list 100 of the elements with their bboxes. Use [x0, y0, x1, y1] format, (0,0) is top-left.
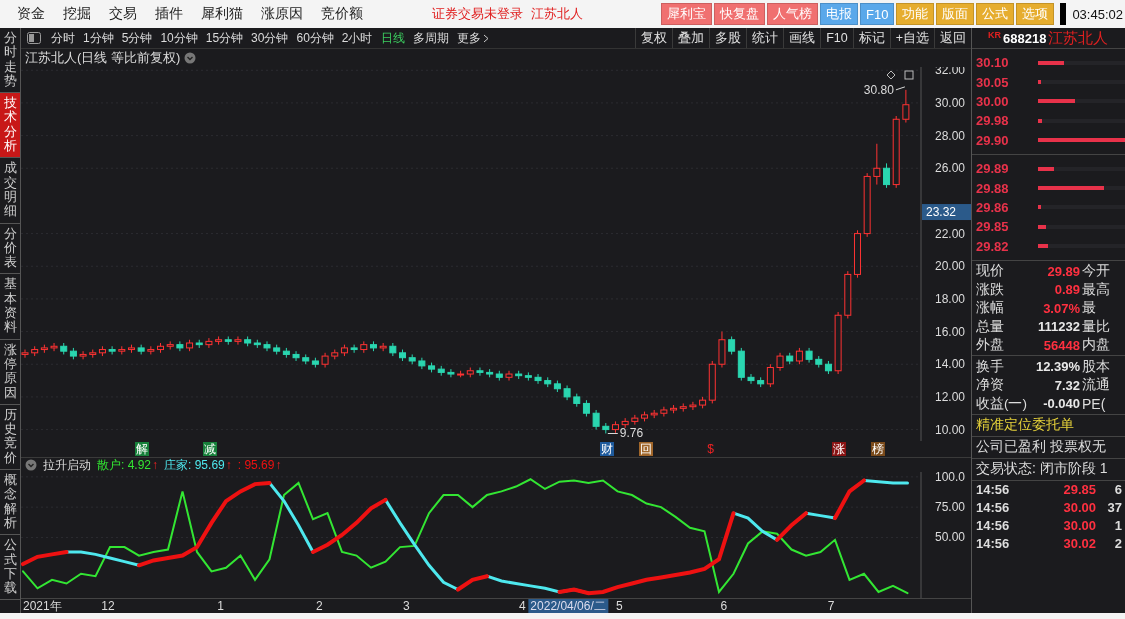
stat-value: -0.040: [1042, 396, 1081, 412]
menu-item[interactable]: 交易: [100, 5, 146, 23]
menu-item[interactable]: 资金: [8, 5, 54, 23]
axis-label: 14.00: [934, 357, 965, 372]
axis-label: 75.00: [934, 500, 965, 515]
side-tab[interactable]: 涨停原因: [0, 339, 20, 405]
period-tab[interactable]: 2小时: [337, 29, 377, 47]
event-marker[interactable]: 解: [135, 442, 150, 456]
dropdown-icon[interactable]: [25, 459, 37, 471]
candle: [476, 367, 484, 377]
event-marker[interactable]: 涨: [832, 442, 847, 456]
market-tag: KR: [988, 30, 1001, 40]
candle: [408, 353, 416, 365]
cursor-date: 2022/04/06/二: [528, 599, 609, 613]
period-tab[interactable]: 1分钟: [79, 29, 118, 47]
stat-label: 换手: [975, 357, 1005, 376]
candle: [292, 350, 300, 362]
side-tab[interactable]: 成交明细: [0, 158, 20, 224]
date-label: 2: [315, 599, 323, 613]
menu-item[interactable]: 竞价额: [312, 5, 372, 23]
order-price: 30.05: [975, 74, 1010, 90]
stat-label: 净资: [975, 376, 1005, 395]
trade-time: 14:56: [975, 518, 1011, 534]
date-label: 3: [402, 599, 410, 613]
order-price: 29.85: [975, 219, 1010, 235]
period-tab[interactable]: 更多: [452, 29, 493, 47]
date-label: 2021年: [23, 599, 62, 613]
period-tab[interactable]: 5分钟: [117, 29, 157, 47]
stat-label: 涨跌: [975, 280, 1005, 299]
event-marker[interactable]: 榜: [870, 442, 885, 456]
period-tab[interactable]: 多周期: [408, 29, 453, 47]
order-price: 29.98: [975, 113, 1010, 129]
legend-value: 散户: 4.92: [97, 456, 152, 474]
candle: [592, 409, 600, 431]
login-status[interactable]: 证券交易未登录: [432, 5, 523, 23]
legend-value: 庄家: 95.69: [164, 456, 225, 474]
notice-link[interactable]: 精准定位委托单: [972, 414, 1125, 437]
candle: [137, 344, 145, 355]
trade-time: 14:56: [975, 500, 1011, 516]
menu-item[interactable]: 涨原因: [252, 5, 312, 23]
period-tab[interactable]: 日线: [376, 29, 409, 47]
candle: [418, 357, 426, 370]
side-tab[interactable]: 分价表: [0, 223, 20, 275]
side-tab[interactable]: 基本资料: [0, 274, 20, 340]
diamond-icon[interactable]: [886, 70, 896, 80]
axis-label: 28.00: [934, 128, 965, 143]
side-tab[interactable]: 历史竞价: [0, 404, 20, 470]
chart-title: 江苏北人(日线 等比前复权): [25, 49, 181, 67]
trade-time: 14:56: [975, 536, 1011, 552]
date-label: 7: [827, 599, 835, 613]
candle: [166, 340, 174, 351]
trade-price: 29.85: [1062, 482, 1096, 498]
candle: [602, 422, 610, 434]
candle: [447, 368, 455, 378]
side-tab[interactable]: 概念解析: [0, 470, 20, 536]
candle: [176, 340, 184, 352]
trend-arrow: ↑: [275, 458, 282, 472]
square-icon[interactable]: [904, 70, 914, 80]
candle: [747, 373, 755, 385]
event-marker[interactable]: $: [706, 442, 715, 456]
trade-price: 30.00: [1062, 500, 1096, 516]
period-tab[interactable]: 30分钟: [247, 29, 293, 47]
trade-price: 30.02: [1062, 536, 1096, 552]
candle: [863, 172, 871, 238]
candle: [350, 344, 358, 354]
axis-label: 100.0: [934, 472, 965, 484]
trade-volume: 37: [1106, 500, 1122, 516]
legend-value: : 95.69: [237, 458, 275, 472]
candle: [79, 350, 87, 360]
axis-label: 50.00: [934, 530, 965, 545]
stat-value: 3.07%: [1042, 300, 1081, 316]
candle: [360, 340, 368, 354]
stat-label: PE(: [1082, 395, 1106, 412]
stat-label: 外盘: [975, 336, 1005, 355]
period-tab[interactable]: 10分钟: [156, 29, 202, 47]
panel-toggle-icon[interactable]: [27, 32, 41, 44]
event-marker[interactable]: 财: [599, 442, 614, 456]
side-tab[interactable]: 公式下载: [0, 535, 20, 601]
period-tab[interactable]: 15分钟: [201, 29, 248, 47]
side-tab[interactable]: 技术分析: [0, 93, 20, 159]
menu-item[interactable]: 犀利猫: [192, 5, 252, 23]
candle: [776, 352, 784, 372]
period-tab[interactable]: 60分钟: [292, 29, 338, 47]
candle: [505, 370, 513, 382]
period-tab[interactable]: 分时: [47, 29, 79, 47]
candle: [321, 352, 329, 368]
date-label: 1: [217, 599, 224, 613]
stat-label: 流通: [1082, 376, 1110, 395]
candle: [883, 162, 890, 189]
candle: [641, 411, 648, 422]
candle: [108, 345, 116, 355]
order-price: 29.89: [975, 161, 1010, 177]
stat-value: 12.39%: [1034, 359, 1081, 375]
menu-item[interactable]: 挖掘: [54, 5, 100, 23]
event-marker[interactable]: 减: [202, 442, 217, 456]
stat-label: 量比: [1082, 317, 1110, 336]
event-marker[interactable]: 回: [638, 442, 653, 456]
dropdown-icon[interactable]: [184, 52, 197, 64]
stock-code: 688218: [1003, 30, 1047, 46]
menu-item[interactable]: 插件: [146, 5, 192, 23]
